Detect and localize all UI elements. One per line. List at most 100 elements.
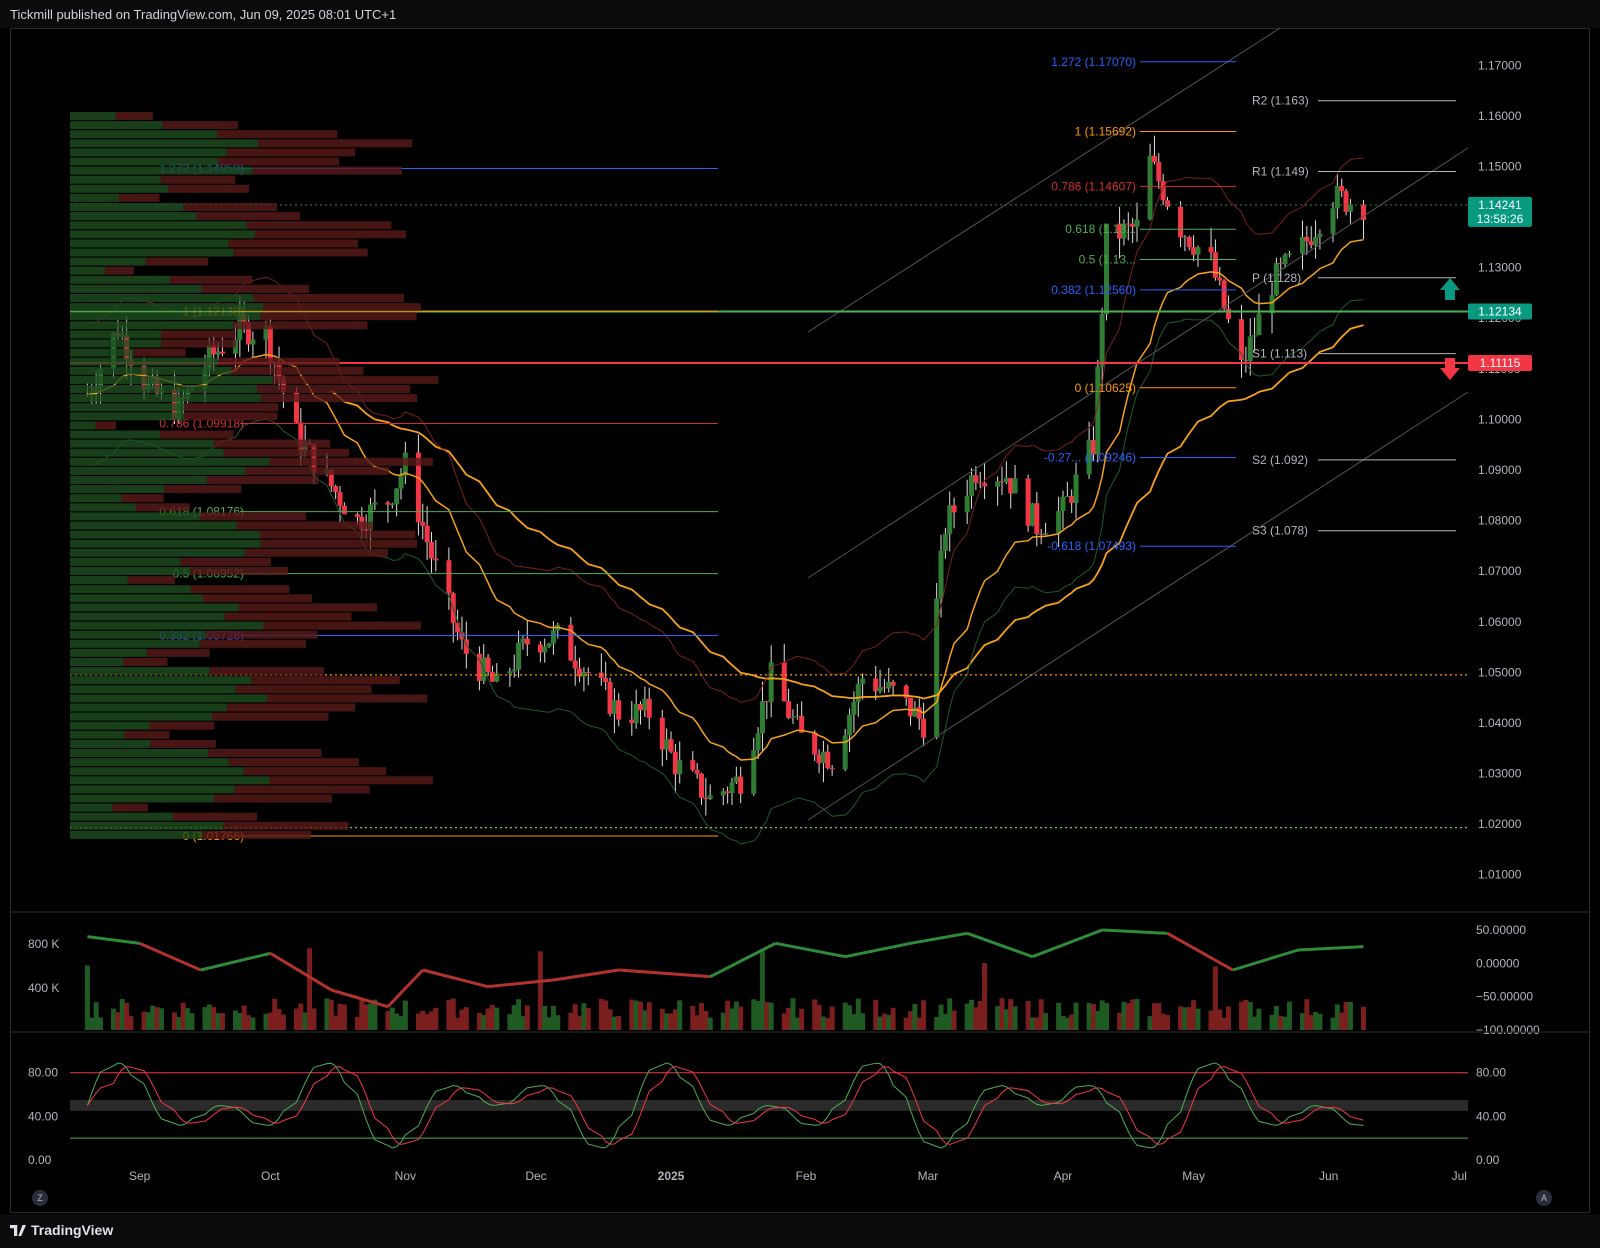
volume-profile-bar — [70, 648, 147, 657]
volume-bar — [1064, 1017, 1070, 1030]
volume-bar — [847, 1005, 853, 1030]
oscillator-segment — [966, 931, 1033, 959]
volume-profile-bar — [260, 394, 418, 403]
volume-bar — [1252, 1016, 1258, 1030]
volume-bar — [546, 1017, 552, 1030]
volume-bar — [481, 1015, 487, 1030]
volume-profile-bar — [233, 321, 368, 330]
candle-body — [790, 716, 796, 718]
volume-bar — [1217, 1009, 1223, 1030]
stochastic-axis-tick-right: 40.00 — [1476, 1109, 1506, 1123]
volume-profile-bar — [70, 603, 239, 612]
zoom-button-left[interactable]: Z — [32, 1190, 48, 1206]
candle-body — [1012, 478, 1018, 494]
candle-body — [908, 697, 914, 717]
candle-body — [1304, 236, 1310, 242]
candle-body — [516, 642, 522, 670]
volume-profile-bar — [70, 412, 185, 421]
candle-body — [847, 714, 853, 736]
price-axis-tick: 1.10000 — [1478, 412, 1522, 426]
volume-bar — [494, 1007, 500, 1030]
volume-profile-bar — [70, 503, 136, 512]
volume-profile-bar — [254, 230, 406, 239]
volume-profile-bar — [70, 658, 124, 666]
volume-profile-bar — [70, 375, 273, 384]
volume-bar — [942, 1013, 948, 1030]
volume-bar — [816, 1004, 822, 1030]
volume-bar — [1117, 1012, 1123, 1030]
volume-profile-bar — [224, 612, 352, 621]
volume-profile-bar — [260, 539, 418, 548]
volume-profile-bar — [164, 485, 242, 494]
candle-body — [1317, 233, 1323, 237]
volume-profile-bar — [70, 239, 229, 248]
candle-body — [333, 486, 339, 493]
volume-profile-bar — [168, 184, 249, 193]
oscillator-segment — [1298, 945, 1364, 952]
candle-body — [668, 739, 674, 752]
volume-profile-bar — [70, 612, 225, 621]
candle-body — [969, 475, 975, 496]
volume-bar — [690, 1005, 696, 1030]
volume-profile-bar — [213, 439, 331, 448]
candle-body — [720, 791, 726, 796]
candle-body — [1225, 308, 1231, 320]
volume-profile-bar — [70, 284, 202, 293]
volume-bar — [311, 1008, 317, 1030]
candle-body — [520, 638, 526, 643]
time-axis-tick: Jun — [1319, 1169, 1338, 1183]
oscillator-axis-tick: 0.00000 — [1476, 956, 1520, 970]
volume-profile-bar — [70, 739, 151, 748]
volume-bar — [537, 951, 543, 1030]
volume-bar — [1147, 1016, 1153, 1030]
volume-bar — [1313, 1012, 1319, 1030]
volume-profile-bar — [70, 394, 261, 403]
candle-body — [1099, 314, 1105, 367]
chart-canvas[interactable]: 1.272 (1.14959)1 (1.12138)0.786 (1.09918… — [0, 0, 1600, 1214]
volume-bar — [1008, 998, 1014, 1030]
oscillator-segment — [1031, 928, 1103, 959]
volume-bar — [1334, 1004, 1340, 1030]
tradingview-logo[interactable]: TradingView — [10, 1222, 113, 1238]
volume-bar — [555, 1015, 561, 1030]
volume-bar — [881, 1013, 887, 1030]
volume-profile-bar — [70, 303, 263, 312]
volume-bar — [511, 1005, 517, 1030]
volume-bar — [1256, 1008, 1262, 1030]
candle-body — [764, 701, 770, 703]
volume-profile-bar — [70, 630, 207, 639]
volume-bar — [664, 1013, 670, 1030]
volume-bar — [1225, 1006, 1231, 1030]
volume-profile-bar — [70, 667, 210, 676]
oscillator-axis-tick: 50.00000 — [1476, 923, 1526, 937]
volume-profile-bar — [70, 184, 169, 193]
candle-body — [1147, 155, 1153, 220]
volume-bar — [934, 1017, 940, 1030]
candle-body — [886, 681, 892, 689]
volume-bar — [1308, 1014, 1314, 1030]
volume-profile-bar — [70, 567, 190, 575]
volume-bar — [825, 1017, 831, 1030]
candle-body — [1038, 533, 1044, 535]
volume-profile-bar — [231, 366, 364, 375]
volume-profile-bar — [70, 366, 232, 375]
volume-profile-bar — [70, 767, 244, 776]
fib-level-label: 1.272 (1.17070) — [1051, 55, 1136, 69]
volume-profile-bar — [70, 230, 255, 239]
volume-bar — [154, 1007, 160, 1030]
volume-bar — [1282, 1016, 1288, 1030]
oscillator-segment — [910, 931, 968, 945]
volume-bar — [1151, 1003, 1157, 1030]
candle-body — [1060, 496, 1066, 512]
auto-scale-button[interactable]: A — [1536, 1190, 1552, 1206]
volume-bar — [947, 998, 953, 1030]
candle-body — [572, 660, 578, 669]
volume-profile-bar — [70, 749, 209, 757]
pivot-label: S1 (1.113) — [1252, 347, 1307, 361]
candle-body — [428, 542, 434, 559]
volume-profile-bar — [115, 112, 153, 120]
volume-bar — [842, 1002, 848, 1030]
volume-bar — [111, 1008, 117, 1030]
volume-bar — [938, 1004, 944, 1030]
volume-bar — [89, 1017, 95, 1030]
